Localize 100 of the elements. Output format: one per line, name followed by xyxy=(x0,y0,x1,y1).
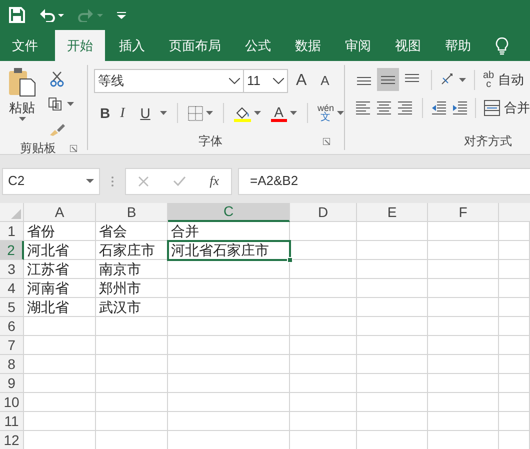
table-cell[interactable] xyxy=(290,260,357,279)
table-cell[interactable] xyxy=(290,222,357,241)
save-icon[interactable] xyxy=(9,7,25,23)
table-cell[interactable] xyxy=(357,222,428,241)
table-cell[interactable] xyxy=(357,374,428,393)
table-cell[interactable] xyxy=(290,279,357,298)
column-header[interactable]: D xyxy=(290,203,357,222)
font-color-button[interactable]: A xyxy=(270,104,297,122)
table-cell[interactable]: 河北省 xyxy=(24,241,96,260)
caret-icon[interactable] xyxy=(67,102,74,106)
align-middle-button[interactable] xyxy=(377,68,399,91)
lightbulb-icon[interactable] xyxy=(495,36,509,54)
table-cell[interactable] xyxy=(499,336,530,355)
table-cell[interactable] xyxy=(290,298,357,317)
row-header[interactable]: 7 xyxy=(0,336,24,355)
table-cell[interactable] xyxy=(357,336,428,355)
table-cell[interactable] xyxy=(499,298,530,317)
italic-button[interactable]: I xyxy=(120,102,130,124)
ribbon-tab[interactable]: 数据 xyxy=(283,30,333,61)
table-cell[interactable] xyxy=(290,393,357,412)
table-cell[interactable] xyxy=(428,222,499,241)
table-cell[interactable] xyxy=(168,355,290,374)
table-cell[interactable] xyxy=(290,412,357,431)
table-cell[interactable]: 湖北省 xyxy=(24,298,96,317)
row-header[interactable]: 10 xyxy=(0,393,24,412)
table-cell[interactable] xyxy=(168,412,290,431)
table-cell[interactable] xyxy=(290,374,357,393)
table-cell[interactable]: 郑州市 xyxy=(96,279,168,298)
table-cell[interactable] xyxy=(96,393,168,412)
paste-button[interactable]: 粘贴 xyxy=(4,67,40,139)
dialog-launcher-icon[interactable] xyxy=(70,144,77,152)
table-cell[interactable]: 石家庄市 xyxy=(96,241,168,260)
table-cell[interactable] xyxy=(499,260,530,279)
row-header[interactable]: 11 xyxy=(0,412,24,431)
column-header[interactable] xyxy=(499,203,530,222)
table-cell[interactable] xyxy=(24,393,96,412)
table-cell[interactable]: 武汉市 xyxy=(96,298,168,317)
table-cell[interactable] xyxy=(499,279,530,298)
table-cell[interactable] xyxy=(168,298,290,317)
dialog-launcher-icon[interactable] xyxy=(322,138,330,144)
column-header[interactable]: C xyxy=(168,203,290,222)
table-cell[interactable]: 南京市 xyxy=(96,260,168,279)
table-cell[interactable] xyxy=(428,374,499,393)
table-cell[interactable] xyxy=(357,279,428,298)
table-cell[interactable] xyxy=(428,260,499,279)
table-cell[interactable] xyxy=(24,355,96,374)
table-cell[interactable] xyxy=(357,260,428,279)
font-name-field[interactable]: 等线 xyxy=(94,69,244,93)
shrink-font-button[interactable]: A xyxy=(320,71,330,91)
row-header[interactable]: 2 xyxy=(0,241,24,260)
bold-button[interactable]: B xyxy=(100,102,110,124)
caret-icon[interactable] xyxy=(337,111,344,115)
table-cell[interactable] xyxy=(24,374,96,393)
table-cell[interactable] xyxy=(499,317,530,336)
table-cell[interactable]: 江苏省 xyxy=(24,260,96,279)
ribbon-tab[interactable]: 帮助 xyxy=(433,30,483,61)
table-cell[interactable]: 省会 xyxy=(96,222,168,241)
ribbon-tab[interactable]: 审阅 xyxy=(333,30,383,61)
caret-icon[interactable] xyxy=(160,111,168,115)
table-cell[interactable] xyxy=(428,241,499,260)
table-cell[interactable] xyxy=(168,393,290,412)
table-cell[interactable] xyxy=(357,298,428,317)
row-header[interactable]: 5 xyxy=(0,298,24,317)
ribbon-tab[interactable]: 开始 xyxy=(55,30,105,61)
table-cell[interactable] xyxy=(96,374,168,393)
ribbon-tab[interactable]: 文件 xyxy=(0,30,50,61)
merge-button[interactable]: 合并 xyxy=(484,98,530,118)
table-cell[interactable] xyxy=(357,393,428,412)
table-cell[interactable] xyxy=(96,317,168,336)
underline-button[interactable]: U xyxy=(140,102,150,124)
ribbon-tab[interactable]: 公式 xyxy=(233,30,283,61)
caret-icon[interactable] xyxy=(459,78,466,82)
table-cell[interactable] xyxy=(290,317,357,336)
caret-icon[interactable] xyxy=(58,14,64,16)
table-cell[interactable] xyxy=(499,222,530,241)
table-cell[interactable] xyxy=(290,336,357,355)
column-header[interactable]: B xyxy=(96,203,168,222)
caret-icon[interactable] xyxy=(290,111,297,115)
table-cell[interactable] xyxy=(428,412,499,431)
caret-icon[interactable] xyxy=(18,117,26,121)
table-cell[interactable] xyxy=(357,317,428,336)
table-cell[interactable]: 省份 xyxy=(24,222,96,241)
table-cell[interactable] xyxy=(357,355,428,374)
table-cell[interactable] xyxy=(24,336,96,355)
table-cell[interactable] xyxy=(499,374,530,393)
table-cell[interactable] xyxy=(428,393,499,412)
column-header[interactable]: E xyxy=(357,203,428,222)
table-cell[interactable] xyxy=(499,355,530,374)
table-cell[interactable]: 河南省 xyxy=(24,279,96,298)
table-cell[interactable] xyxy=(96,412,168,431)
customize-icon[interactable] xyxy=(117,12,126,18)
undo-icon[interactable] xyxy=(39,8,55,22)
table-cell[interactable] xyxy=(428,298,499,317)
fill-handle[interactable] xyxy=(287,257,293,263)
table-cell[interactable] xyxy=(428,336,499,355)
row-header[interactable]: 3 xyxy=(0,260,24,279)
table-cell[interactable] xyxy=(499,393,530,412)
table-cell[interactable] xyxy=(168,374,290,393)
dropdown-arrow-icon[interactable] xyxy=(86,179,94,183)
column-header[interactable]: A xyxy=(24,203,96,222)
